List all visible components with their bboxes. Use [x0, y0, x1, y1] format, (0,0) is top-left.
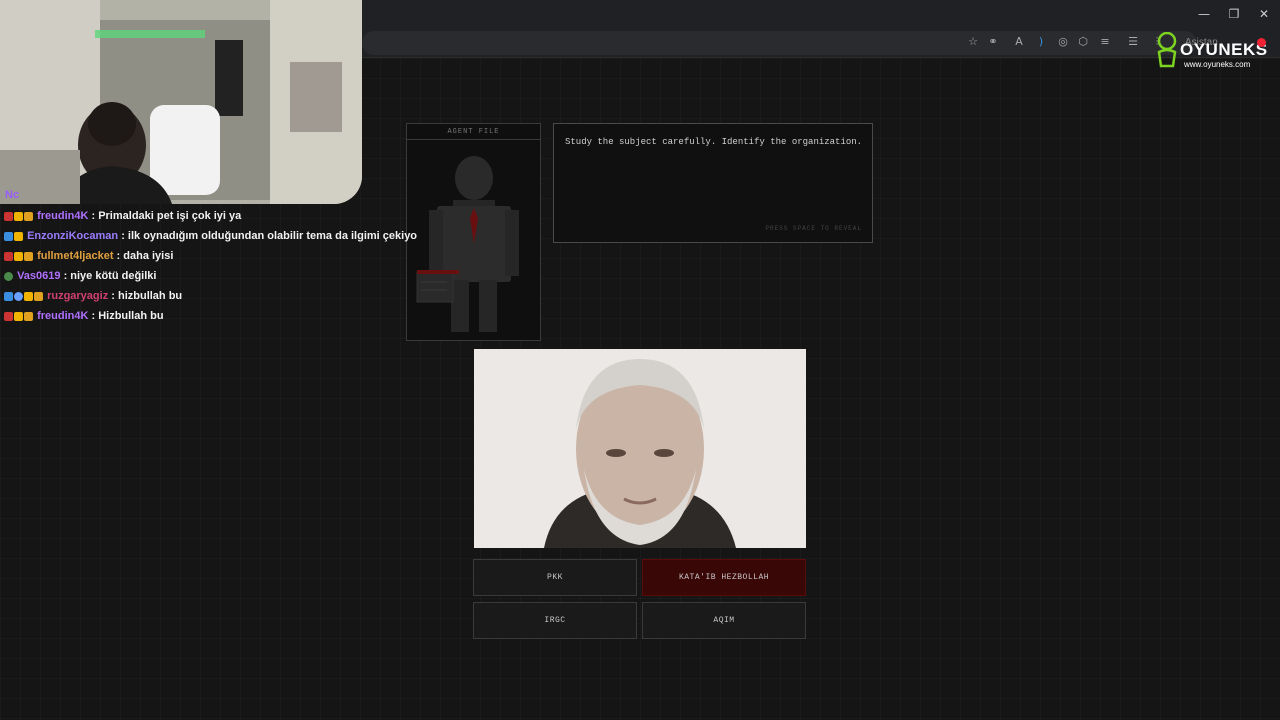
- chat-text: : Primaldaki pet işi çok iyi ya: [91, 210, 242, 222]
- translate-icon[interactable]: A: [1012, 35, 1026, 49]
- star-icon[interactable]: ☆: [966, 35, 980, 49]
- logo-url: www.oyuneks.com: [1184, 60, 1251, 69]
- briefing-panel: Study the subject carefully. Identify th…: [553, 123, 873, 243]
- webcam-feed-icon: [0, 0, 362, 204]
- chat-message: ruzgaryagiz : hizbullah bu: [4, 288, 182, 304]
- minimize-icon[interactable]: —: [1196, 6, 1212, 22]
- subject-portrait-icon: [474, 349, 806, 548]
- agent-silhouette-icon: [416, 156, 519, 332]
- chat-clipped-header: Nc: [5, 189, 20, 201]
- chat-username[interactable]: EnzonziKocaman: [27, 230, 118, 242]
- user-badges-icon: [4, 288, 44, 304]
- answer-button-pkk[interactable]: PKK: [473, 559, 637, 596]
- chat-message: Vas0619 : niye kötü değilki: [4, 268, 156, 284]
- extensions-icon[interactable]: ⬡: [1076, 35, 1090, 49]
- menu-icon[interactable]: ☰: [1126, 35, 1140, 49]
- edge-icon[interactable]: ◎: [1056, 35, 1070, 49]
- user-badges-icon: [4, 248, 34, 264]
- chat-text: : niye kötü değilki: [63, 270, 157, 282]
- notification-dot-icon: [1257, 38, 1266, 47]
- chat-text: : ilk oynadığım olduğundan olabilir tema…: [121, 230, 418, 242]
- chat-text: : daha iyisi: [116, 250, 174, 262]
- logo-name: OYUNEKS: [1180, 40, 1268, 59]
- user-badges-icon: [4, 268, 14, 284]
- chat-message: freudin4K : Primaldaki pet işi çok iyi y…: [4, 208, 241, 224]
- chat-username[interactable]: ruzgaryagiz: [47, 290, 108, 302]
- chat-username[interactable]: Vas0619: [17, 270, 60, 282]
- briefing-text: Study the subject carefully. Identify th…: [565, 137, 863, 147]
- reading-list-icon[interactable]: ≡: [1098, 35, 1112, 49]
- restore-icon[interactable]: ❐: [1226, 6, 1242, 22]
- subject-photo: [474, 349, 806, 548]
- chat-message: freudin4K : Hizbullah bu: [4, 308, 164, 324]
- user-badges-icon: [4, 228, 24, 244]
- webcam-overlay: [0, 0, 362, 204]
- link-icon[interactable]: ⚭: [986, 35, 1000, 49]
- chat-message: fullmet4ljacket : daha iyisi: [4, 248, 173, 264]
- agent-file-panel: AGENT FILE: [406, 123, 541, 341]
- oyuneks-logo: OYUNEKS www.oyuneks.com: [1156, 32, 1268, 72]
- answer-button-aqim[interactable]: AQIM: [642, 602, 806, 639]
- reveal-hint: PRESS SPACE TO REVEAL: [765, 225, 862, 232]
- mascot-icon: [1157, 32, 1177, 68]
- chat-text: : hizbullah bu: [111, 290, 183, 302]
- audio-icon[interactable]: ): [1034, 35, 1048, 49]
- chat-text: : Hizbullah bu: [91, 310, 164, 322]
- chat-username[interactable]: freudin4K: [37, 310, 88, 322]
- agent-file-header: AGENT FILE: [407, 124, 540, 140]
- user-badges-icon: [4, 208, 34, 224]
- answer-button-kataib-hezbollah[interactable]: KATA'IB HEZBOLLAH: [642, 559, 806, 596]
- answer-button-irgc[interactable]: IRGC: [473, 602, 637, 639]
- close-icon[interactable]: ✕: [1256, 6, 1272, 22]
- chat-username[interactable]: fullmet4ljacket: [37, 250, 113, 262]
- address-bar[interactable]: [362, 31, 1197, 55]
- chat-message: EnzonziKocaman : ilk oynadığım olduğunda…: [4, 228, 417, 244]
- user-badges-icon: [4, 308, 34, 324]
- chat-username[interactable]: freudin4K: [37, 210, 88, 222]
